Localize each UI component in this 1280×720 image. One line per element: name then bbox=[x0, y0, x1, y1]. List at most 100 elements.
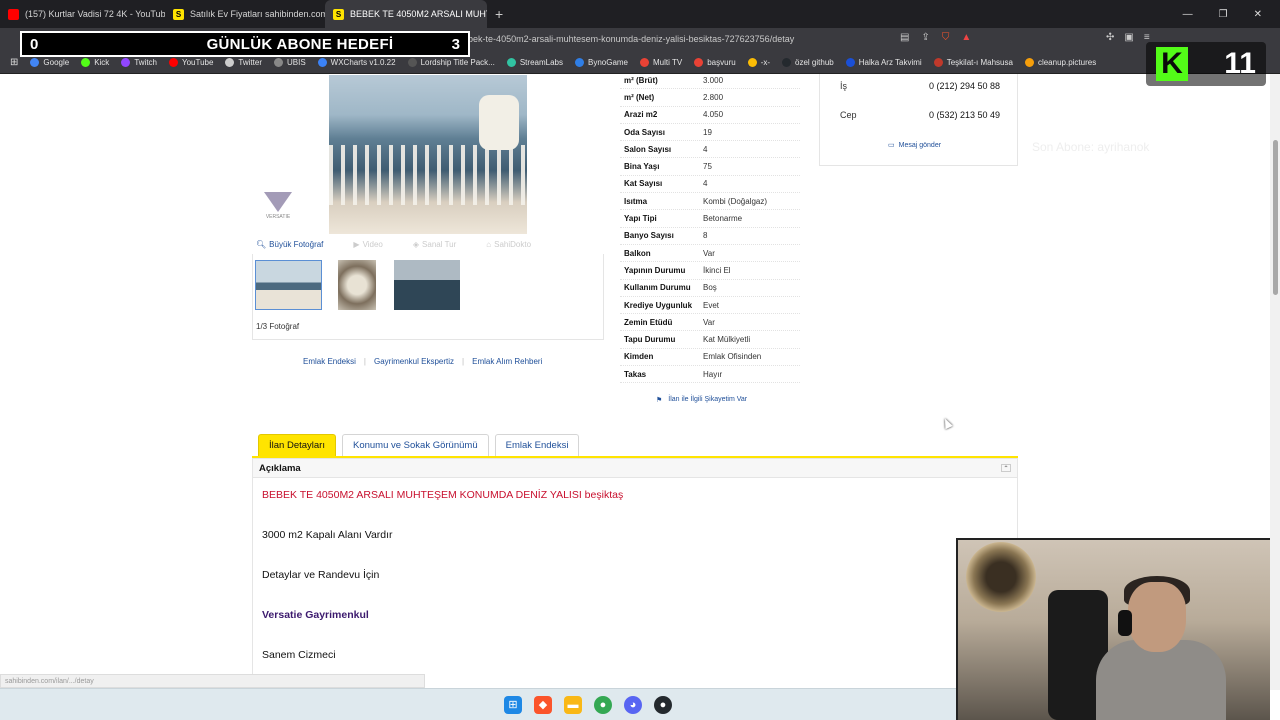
thumbnail-3[interactable] bbox=[394, 260, 460, 310]
youtube-icon bbox=[168, 58, 178, 67]
reader-icon[interactable]: ▤ bbox=[900, 32, 909, 43]
goal-current: 0 bbox=[30, 35, 39, 53]
tab-label: Satılık Ev Fiyatları sahibinden.com'da bbox=[190, 9, 325, 19]
github-icon[interactable]: ● bbox=[654, 695, 672, 714]
maximize-icon[interactable]: ❐ bbox=[1219, 9, 1228, 20]
bookmark-halka-arz[interactable]: Halka Arz Takvimi bbox=[845, 58, 922, 67]
emlak-endeksi-link[interactable]: Emlak Endeksi bbox=[303, 357, 356, 366]
tab-listing-detail[interactable]: S BEBEK TE 4050M2 ARSALI MUHTE ✕ bbox=[325, 0, 487, 28]
bookmark-wxcharts[interactable]: WXCharts v1.0.22 bbox=[317, 58, 396, 67]
chrome-icon bbox=[747, 58, 757, 67]
description-line: Detaylar ve Randevu İçin bbox=[262, 569, 380, 581]
complaint-link[interactable]: ⚑ İlan ile İlgili Şikayetim Var bbox=[656, 396, 747, 404]
bookmark-multitv[interactable]: Multi TV bbox=[640, 58, 682, 67]
bookmark-streamlabs[interactable]: StreamLabs bbox=[506, 58, 563, 67]
discord-icon[interactable]: ◕ bbox=[624, 695, 642, 714]
description-header: Açıklama ⌃ bbox=[252, 458, 1018, 478]
tab-label: BEBEK TE 4050M2 ARSALI MUHTE bbox=[350, 9, 487, 19]
description-line: 3000 m2 Kapalı Alanı Vardır bbox=[262, 529, 393, 541]
play-icon: ▶ bbox=[353, 240, 360, 249]
description-line: Versatie Gayrimenkul bbox=[262, 609, 369, 621]
chat-icon: ▭ bbox=[888, 142, 895, 149]
rewards-icon[interactable]: ▲ bbox=[961, 32, 971, 43]
share-icon[interactable]: ⇪ bbox=[921, 32, 929, 43]
emlak-alim-rehberi-link[interactable]: Emlak Alım Rehberi bbox=[472, 357, 542, 366]
bookmark-bynogame[interactable]: BynoGame bbox=[574, 58, 628, 67]
bookmark-kick[interactable]: Kick bbox=[81, 58, 109, 67]
big-photo-link[interactable]: 🔍︎ Büyük Fotoğraf bbox=[256, 240, 323, 249]
window-controls: — ❐ ✕ bbox=[1183, 9, 1280, 20]
bookmark-youtube[interactable]: YouTube bbox=[168, 58, 213, 67]
brave-icon[interactable]: ◆ bbox=[534, 695, 552, 714]
sahibinden-favicon-icon: S bbox=[173, 8, 184, 20]
home-icon: ⌂ bbox=[486, 240, 492, 249]
tab-ilan-detaylari[interactable]: İlan Detayları bbox=[258, 434, 336, 456]
mobile-phone-row: Cep 0 (532) 213 50 49 bbox=[840, 110, 1000, 120]
bookmark-lordship[interactable]: Lordship Title Pack... bbox=[407, 58, 495, 67]
bookmark-github[interactable]: özel github bbox=[782, 58, 834, 67]
sahibinden-favicon-icon: S bbox=[333, 8, 344, 20]
description-line: BEBEK TE 4050M2 ARSALI MUHTEŞEM KONUMDA … bbox=[262, 489, 624, 501]
streamlabs-icon bbox=[506, 58, 516, 67]
tab-emlak-endeksi[interactable]: Emlak Endeksi bbox=[494, 434, 580, 456]
collapse-icon[interactable]: ⌃ bbox=[1001, 464, 1011, 472]
bookmark-teskilat[interactable]: Teşkilat-ı Mahsusa bbox=[933, 58, 1013, 67]
table-row: m² (Net) 2.800 bbox=[620, 89, 800, 107]
mobile-phone-number[interactable]: 0 (532) 213 50 49 bbox=[929, 110, 1000, 120]
work-phone-row: İş 0 (212) 294 50 88 bbox=[840, 81, 1000, 91]
windows-taskbar: ⊞ ◆ ▬ ● ◕ ● bbox=[0, 688, 956, 720]
bookmark-google[interactable]: Google bbox=[30, 58, 69, 67]
bookmark-twitch[interactable]: Twitch bbox=[121, 58, 157, 67]
video-link: ▶ Video bbox=[353, 240, 383, 249]
thumbnail-2[interactable] bbox=[338, 260, 376, 310]
browser-tab-bar: (157) Kurtlar Vadisi 72 4K - YouTube S S… bbox=[0, 0, 1280, 28]
table-row: Isıtma Kombi (Doğalgaz) bbox=[620, 193, 800, 211]
brave-shield-icon[interactable]: ⛉ bbox=[942, 32, 950, 43]
table-row: Balkon Var bbox=[620, 245, 800, 263]
bookmark-cleanup[interactable]: cleanup.pictures bbox=[1024, 58, 1096, 67]
folder-icon[interactable]: ▬ bbox=[564, 695, 582, 714]
work-phone-number[interactable]: 0 (212) 294 50 88 bbox=[929, 81, 1000, 91]
bookmark-basvuru[interactable]: başvuru bbox=[694, 58, 736, 67]
extension-icon[interactable]: ▣ bbox=[1124, 32, 1133, 43]
table-row: Arazi m2 4.050 bbox=[620, 107, 800, 124]
flag-icon bbox=[933, 58, 943, 67]
bookmark-twitter[interactable]: Twitter bbox=[225, 58, 262, 67]
chrome-icon[interactable]: ● bbox=[594, 695, 612, 714]
tab-sahibinden-list[interactable]: S Satılık Ev Fiyatları sahibinden.com'da bbox=[165, 0, 325, 28]
new-tab-icon[interactable]: + bbox=[487, 6, 511, 22]
minimize-icon[interactable]: — bbox=[1183, 9, 1193, 20]
table-row: Krediye Uygunluk Evet bbox=[620, 297, 800, 315]
detail-tabs: İlan Detayları Konumu ve Sokak Görünümü … bbox=[258, 434, 580, 456]
apps-grid-icon[interactable]: ⊞ bbox=[10, 57, 18, 68]
table-row: Salon Sayısı 4 bbox=[620, 141, 800, 159]
address-bar-icons: ▤ ⇪ ⛉ ▲ bbox=[900, 32, 971, 43]
main-listing-photo[interactable] bbox=[329, 75, 527, 234]
send-message-link[interactable]: ▭ Mesaj gönder bbox=[888, 141, 941, 150]
close-window-icon[interactable]: ✕ bbox=[1254, 9, 1262, 20]
table-row: Banyo Sayısı 8 bbox=[620, 228, 800, 245]
scrollbar-thumb[interactable] bbox=[1273, 140, 1278, 295]
page-icon bbox=[407, 58, 417, 67]
table-row: m² (Brüt) 3.000 bbox=[620, 72, 800, 90]
puzzle-icon[interactable]: ✣ bbox=[1106, 32, 1114, 43]
screen: (157) Kurtlar Vadisi 72 4K - YouTube S S… bbox=[0, 0, 1280, 720]
bookmark-x[interactable]: -x- bbox=[747, 58, 770, 67]
gayrimenkul-ekspertiz-link[interactable]: Gayrimenkul Ekspertiz bbox=[374, 357, 454, 366]
search-icon: 🔍︎ bbox=[256, 240, 267, 249]
kick-viewer-overlay: K 11 bbox=[1146, 42, 1266, 86]
basvuru-icon bbox=[694, 58, 704, 67]
windows-start-icon[interactable]: ⊞ bbox=[504, 695, 522, 714]
youtube-favicon-icon bbox=[8, 8, 19, 20]
webcam-overlay bbox=[956, 538, 1270, 720]
tab-konum[interactable]: Konumu ve Sokak Görünümü bbox=[341, 434, 489, 456]
photo-links: 🔍︎ Büyük Fotoğraf ▶ Video ◈ Sanal Tur ⌂ Sahi… bbox=[256, 240, 602, 249]
bookmark-ubis[interactable]: UBIS bbox=[273, 58, 306, 67]
tab-youtube[interactable]: (157) Kurtlar Vadisi 72 4K - YouTube bbox=[0, 0, 165, 28]
twitter-icon bbox=[225, 58, 235, 67]
calendar-icon bbox=[845, 58, 855, 67]
thumbnail-1[interactable] bbox=[255, 260, 322, 310]
description-body bbox=[252, 478, 1018, 688]
brush-icon bbox=[1024, 58, 1034, 67]
kick-viewer-count: 11 bbox=[1224, 47, 1256, 80]
